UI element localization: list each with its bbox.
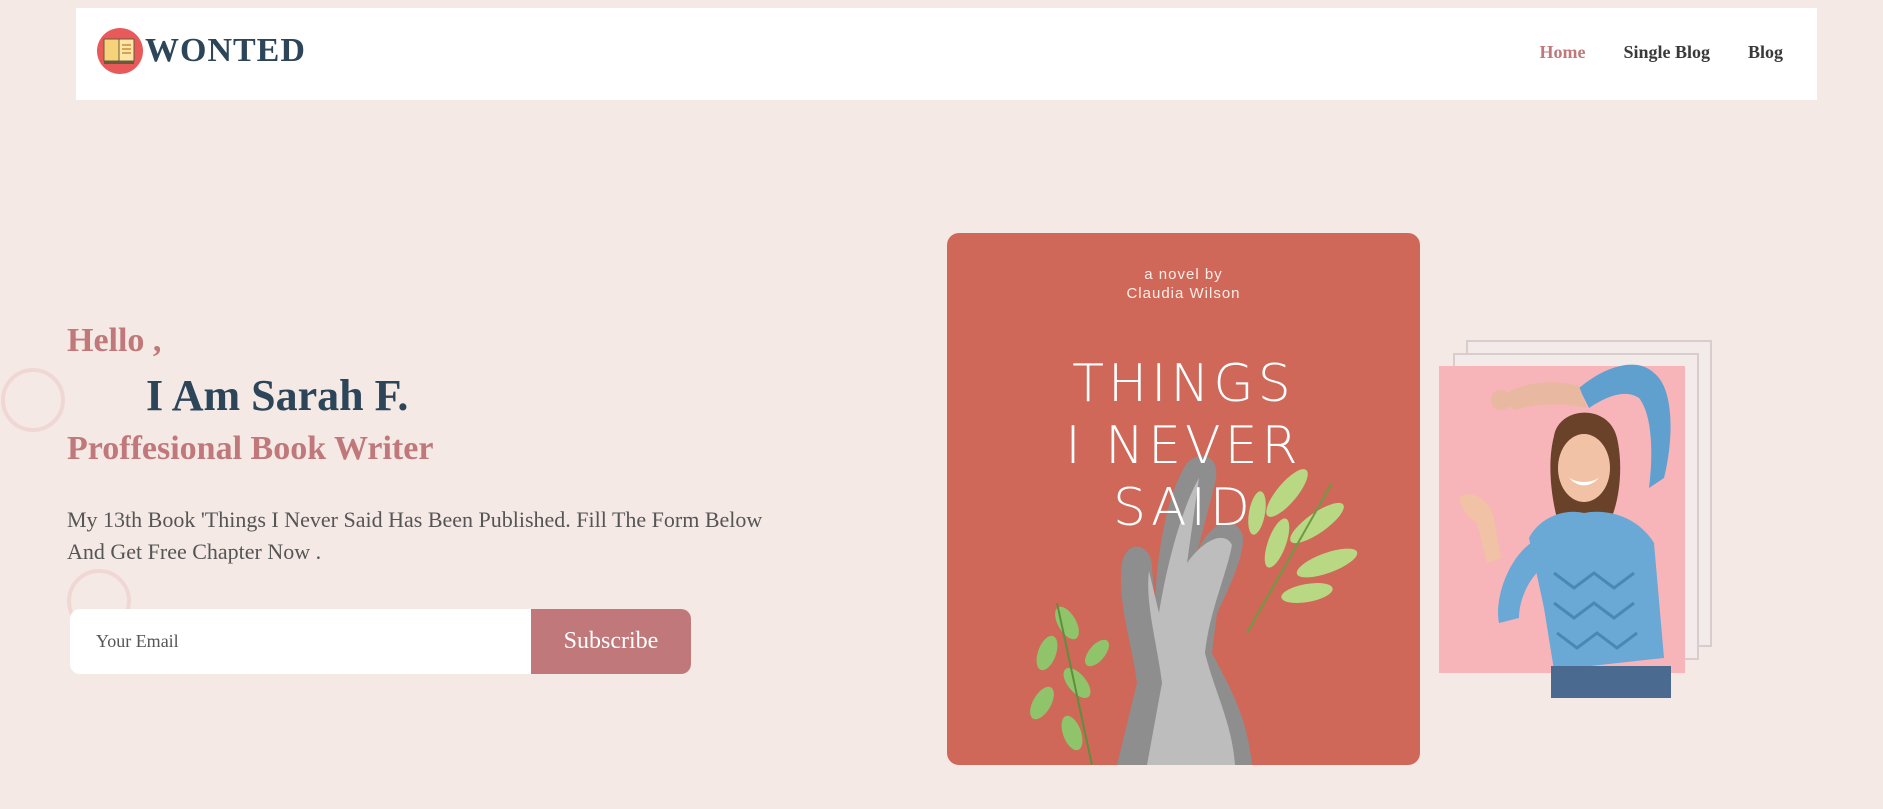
decorative-circle (1, 368, 65, 432)
nav-item-single-blog[interactable]: Single Blog (1623, 42, 1710, 63)
book-icon (97, 28, 143, 74)
subscribe-form: Subscribe (70, 609, 691, 674)
book-byline-prefix: a novel by (1144, 266, 1223, 283)
hero-description: My 13th Book 'Things I Never Said Has Be… (67, 507, 763, 564)
nav-item-home[interactable]: Home (1539, 42, 1585, 63)
book-cover: a novel by Claudia Wilson THINGS I NEVER… (947, 233, 1420, 765)
book-title-line: THINGS (1072, 354, 1295, 414)
book-author: Claudia Wilson (1126, 285, 1241, 302)
email-input[interactable] (70, 609, 531, 674)
nav-item-blog[interactable]: Blog (1748, 42, 1783, 63)
author-photo (1459, 364, 1671, 698)
book-title-line: SAID (1113, 478, 1254, 538)
subscribe-button[interactable]: Subscribe (531, 609, 691, 674)
book-title: THINGS I NEVER SAID (947, 353, 1420, 539)
book-title-line: I NEVER (1065, 416, 1302, 476)
site-logo[interactable]: WONTED (97, 28, 306, 74)
book-byline: a novel by Claudia Wilson (947, 265, 1420, 303)
hero-role: Proffesional Book Writer (67, 430, 434, 467)
main-nav: Home Single Blog Blog (1539, 42, 1783, 63)
author-portrait (1439, 364, 1685, 698)
hero-greeting: Hello , (67, 322, 162, 359)
site-header: WONTED Home Single Blog Blog (76, 8, 1817, 100)
logo-text: WONTED (145, 32, 306, 69)
hero-name: I Am Sarah F. (146, 371, 409, 420)
